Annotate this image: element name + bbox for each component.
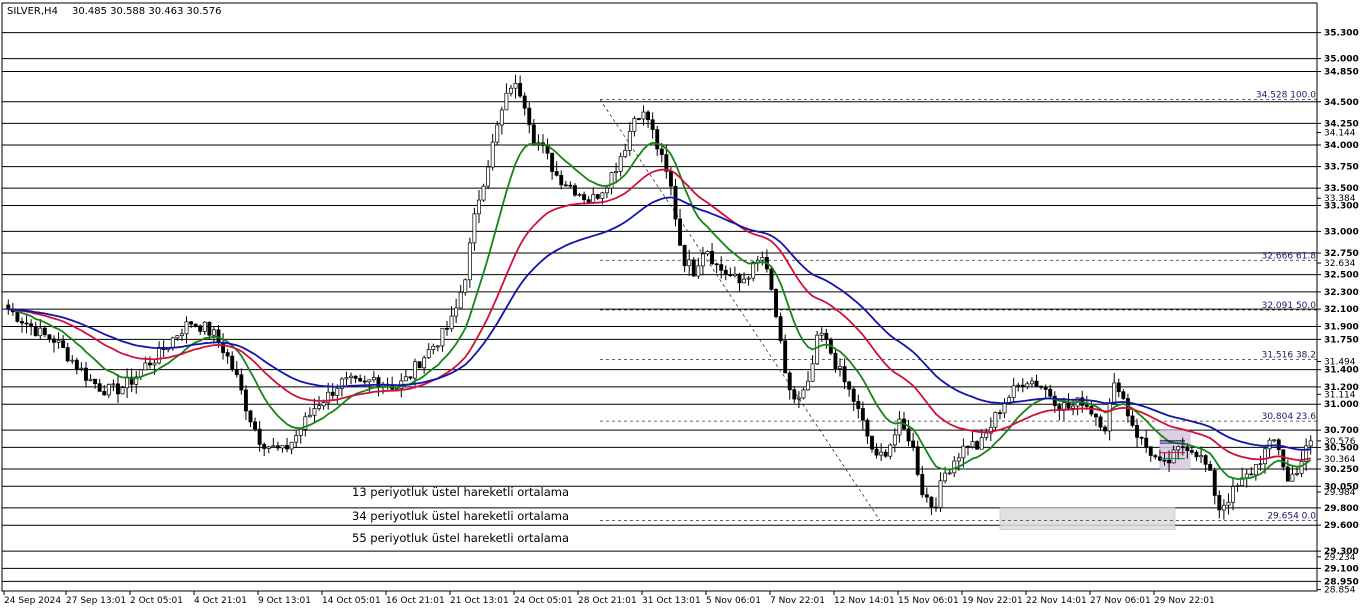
fib-level-label-1: 32.666 61.8 (1262, 251, 1317, 261)
x-tick-label-15: 19 Nov 22:01 (962, 596, 1023, 606)
y-tick-label-24: 30.700 (1324, 426, 1359, 436)
x-tick-label-5: 14 Oct 05:01 (322, 596, 381, 606)
y-tick-label-0: 35.300 (1324, 29, 1359, 39)
y-tick-label-8: 33.500 (1324, 184, 1359, 194)
y-tick-label-2: 34.850 (1324, 68, 1359, 78)
y-tick-label-16: 32.100 (1324, 305, 1359, 315)
y-tick-label-22: 31.114 (1324, 390, 1356, 400)
y-tick-label-18: 31.750 (1324, 335, 1359, 345)
y-tick-label-35: 29.100 (1324, 564, 1359, 574)
x-tick-label-6: 16 Oct 21:01 (386, 596, 445, 606)
y-tick-label-6: 34.000 (1324, 141, 1359, 151)
x-tick-label-16: 22 Nov 14:01 (1026, 596, 1087, 606)
x-tick-label-1: 27 Sep 13:01 (66, 596, 126, 606)
fib-level-label-3: 31.516 38.2 (1262, 351, 1316, 361)
x-tick-label-18: 29 Nov 22:01 (1154, 596, 1215, 606)
chart-svg: 34.528 100.0 32.666 61.8 32.091 50.0 31.516… (0, 0, 1362, 611)
candle (481, 183, 486, 202)
candle (975, 440, 980, 450)
x-tick-label-11: 5 Nov 06:01 (706, 596, 761, 606)
y-tick-label-32: 29.600 (1324, 521, 1359, 531)
legend-ema13: 13 periyotluk üstel hareketli ortalama (352, 485, 569, 499)
y-tick-label-1: 35.000 (1324, 55, 1359, 65)
y-tick-label-12: 32.750 (1324, 249, 1359, 259)
y-tick-label-3: 34.500 (1324, 98, 1359, 108)
legend-ema55: 55 periyotluk üstel hareketli ortalama (352, 531, 569, 545)
y-tick-label-37: 28.854 (1324, 586, 1356, 596)
y-tick-label-7: 33.750 (1324, 163, 1359, 173)
y-tick-label-27: 30.364 (1324, 455, 1356, 465)
x-tick-label-13: 12 Nov 14:01 (834, 596, 895, 606)
x-tick-label-9: 28 Oct 21:01 (578, 596, 637, 606)
y-tick-label-28: 30.250 (1324, 465, 1359, 475)
x-tick-label-0: 24 Sep 2024 (4, 596, 61, 606)
y-tick-label-10: 33.300 (1324, 201, 1359, 211)
x-tick-label-3: 4 Oct 21:01 (194, 596, 247, 606)
y-tick-label-14: 32.500 (1324, 271, 1359, 281)
y-tick-label-17: 31.900 (1324, 322, 1359, 332)
candle (774, 288, 778, 319)
y-tick-label-23: 31.000 (1324, 400, 1359, 410)
y-tick-label-11: 33.000 (1324, 227, 1359, 237)
header-symbol: SILVER,H4 (7, 6, 58, 17)
candle (778, 312, 783, 344)
x-tick-label-4: 9 Oct 13:01 (258, 596, 311, 606)
y-tick-label-5: 34.144 (1324, 129, 1356, 139)
x-tick-label-2: 2 Oct 05:01 (130, 596, 183, 606)
fib-level-label-5: 29.654 0.0 (1267, 512, 1316, 522)
y-tick-label-31: 29.800 (1324, 504, 1359, 514)
x-tick-label-17: 27 Nov 06:01 (1090, 596, 1151, 606)
fib-level-label-0: 34.528 100.0 (1256, 90, 1316, 100)
x-tick-label-14: 15 Nov 06:01 (898, 596, 959, 606)
fib-level-label-4: 30.804 23.6 (1262, 412, 1317, 422)
candle (417, 361, 422, 369)
y-tick-label-13: 32.634 (1324, 259, 1356, 269)
fib-level-label-2: 32.091 50.0 (1262, 301, 1317, 311)
header-ohlc: 30.485 30.588 30.463 30.576 (72, 6, 222, 17)
x-tick-label-8: 24 Oct 05:01 (514, 596, 573, 606)
x-tick-label-7: 21 Oct 13:01 (450, 596, 509, 606)
x-tick-label-10: 31 Oct 13:01 (642, 596, 701, 606)
y-tick-label-26: 30.500 (1324, 443, 1359, 453)
x-tick-label-12: 7 Nov 22:01 (770, 596, 825, 606)
y-tick-label-30: 29.984 (1324, 488, 1356, 498)
y-tick-label-20: 31.400 (1324, 366, 1359, 376)
price-zone-1 (999, 507, 1176, 530)
y-tick-label-15: 32.300 (1324, 288, 1359, 298)
legend-ema34: 34 periyotluk üstel hareketli ortalama (352, 509, 569, 523)
candle (691, 257, 696, 277)
y-tick-label-34: 29.300 (1324, 547, 1359, 557)
silver-h4-chart: 34.528 100.0 32.666 61.8 32.091 50.0 31.516… (0, 0, 1362, 611)
